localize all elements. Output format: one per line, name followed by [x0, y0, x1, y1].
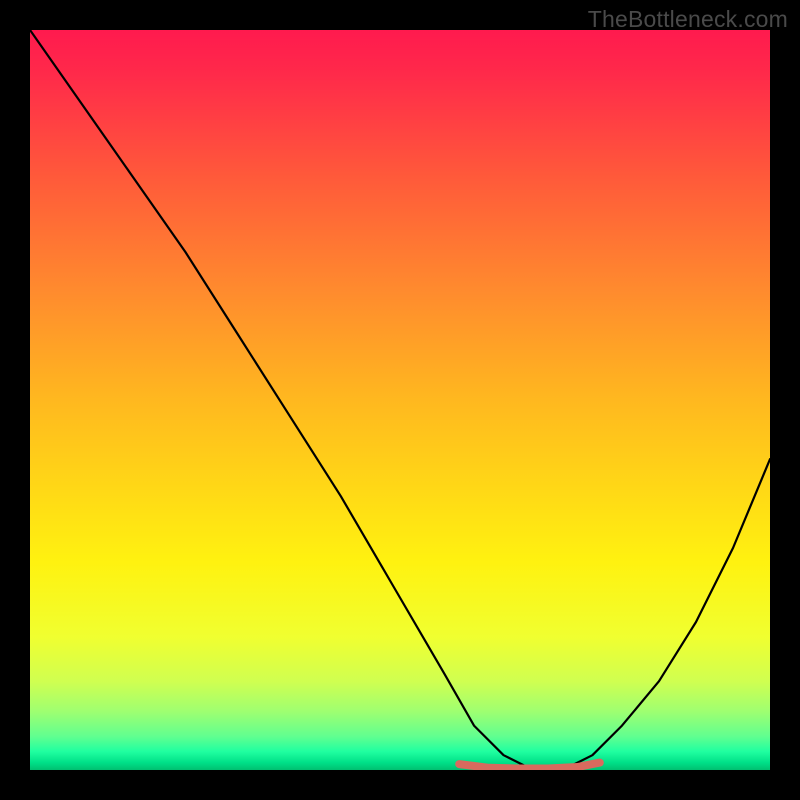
watermark-text: TheBottleneck.com — [588, 6, 788, 33]
chart-frame: TheBottleneck.com — [0, 0, 800, 800]
gradient-background — [30, 30, 770, 770]
plot-area — [30, 30, 770, 770]
chart-svg — [30, 30, 770, 770]
